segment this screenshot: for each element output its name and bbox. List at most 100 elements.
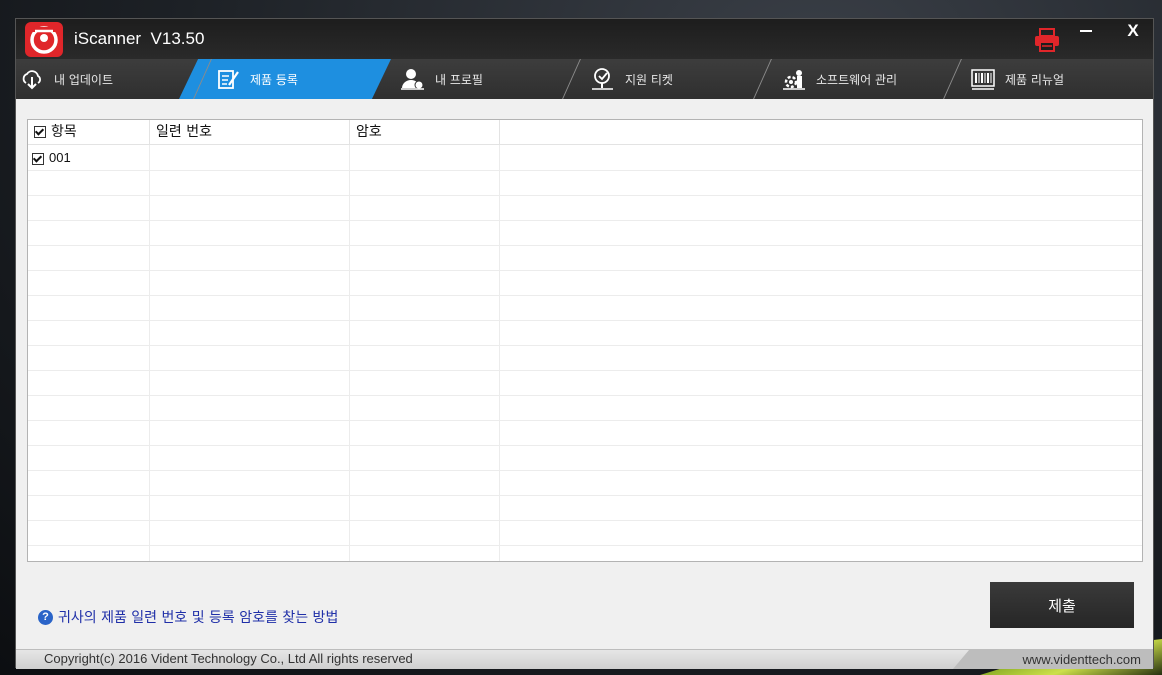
header-serial-number[interactable]: 일련 번호 xyxy=(150,120,350,144)
empty-cell xyxy=(28,245,150,270)
printer-icon[interactable] xyxy=(1032,27,1062,53)
table-row[interactable]: 001 xyxy=(28,145,1142,171)
empty-cell xyxy=(350,270,500,295)
empty-cell xyxy=(150,195,350,220)
empty-row xyxy=(28,270,1142,296)
tab-label: 제품 등록 xyxy=(250,72,298,87)
empty-cell xyxy=(350,295,500,320)
empty-cell xyxy=(150,270,350,295)
empty-cell xyxy=(150,370,350,395)
empty-cell xyxy=(350,245,500,270)
empty-cell xyxy=(28,220,150,245)
cell-serial-number[interactable] xyxy=(150,145,350,170)
footer: Copyright(c) 2016 Vident Technology Co.,… xyxy=(16,649,1153,669)
empty-cell xyxy=(150,320,350,345)
header-password[interactable]: 암호 xyxy=(350,120,500,144)
title-bar: iScanner V13.50 X xyxy=(16,19,1153,59)
empty-cell xyxy=(28,270,150,295)
tab-label: 지원 티켓 xyxy=(625,72,673,87)
empty-cell xyxy=(28,170,150,195)
tab-label: 제품 리뉴얼 xyxy=(1005,72,1065,87)
empty-cell xyxy=(350,520,500,545)
empty-cell xyxy=(350,470,500,495)
empty-cell xyxy=(28,395,150,420)
empty-row xyxy=(28,545,1142,561)
empty-row xyxy=(28,195,1142,221)
row-checkbox[interactable] xyxy=(32,152,44,165)
tab-label: 소프트웨어 관리 xyxy=(816,72,898,87)
empty-cell xyxy=(28,545,150,561)
tab-my-profile[interactable]: 내 프로필 xyxy=(401,59,483,99)
empty-cell xyxy=(350,545,500,561)
empty-cell xyxy=(350,495,500,520)
tab-product-renewal[interactable]: 제품 리뉴얼 xyxy=(971,59,1064,99)
empty-cell xyxy=(28,520,150,545)
empty-row xyxy=(28,295,1142,321)
empty-cell xyxy=(150,470,350,495)
empty-row xyxy=(28,220,1142,246)
header-item[interactable]: 항목 xyxy=(28,120,150,144)
empty-cell xyxy=(350,445,500,470)
empty-cell xyxy=(350,170,500,195)
support-ticket-icon xyxy=(591,67,615,91)
empty-cell xyxy=(28,295,150,320)
barcode-icon xyxy=(971,67,995,91)
minimize-button[interactable] xyxy=(1076,21,1098,43)
empty-cell xyxy=(150,295,350,320)
empty-row xyxy=(28,245,1142,271)
empty-cell xyxy=(28,420,150,445)
grid-header: 항목 일련 번호 암호 xyxy=(28,120,1142,145)
cloud-download-icon xyxy=(20,67,44,91)
empty-cell xyxy=(28,445,150,470)
empty-cell xyxy=(28,320,150,345)
tab-label: 내 업데이트 xyxy=(54,72,114,87)
empty-row xyxy=(28,395,1142,421)
software-gear-icon xyxy=(782,67,806,91)
question-icon: ? xyxy=(38,609,53,625)
empty-cell xyxy=(150,520,350,545)
empty-cell xyxy=(150,495,350,520)
empty-row xyxy=(28,445,1142,471)
empty-cell xyxy=(350,395,500,420)
website-link[interactable]: www.videnttech.com xyxy=(953,650,1153,669)
empty-row xyxy=(28,345,1142,371)
empty-row xyxy=(28,370,1142,396)
header-label: 항목 xyxy=(51,124,77,140)
app-window: iScanner V13.50 X 내 업데이트 제품 등록 내 프로필 지원 … xyxy=(15,18,1154,669)
cell-password[interactable] xyxy=(350,145,500,170)
empty-cell xyxy=(350,370,500,395)
empty-cell xyxy=(150,395,350,420)
tab-product-registration[interactable]: 제품 등록 xyxy=(216,59,298,99)
register-form-icon xyxy=(216,67,240,91)
empty-row xyxy=(28,320,1142,346)
tab-support-ticket[interactable]: 지원 티켓 xyxy=(591,59,673,99)
empty-cell xyxy=(150,420,350,445)
empty-cell xyxy=(28,470,150,495)
empty-row xyxy=(28,520,1142,546)
empty-cell xyxy=(150,445,350,470)
close-button[interactable]: X xyxy=(1121,19,1145,45)
user-profile-icon xyxy=(401,67,425,91)
empty-row xyxy=(28,420,1142,446)
empty-cell xyxy=(150,545,350,561)
tab-software-management[interactable]: 소프트웨어 관리 xyxy=(782,59,897,99)
tab-my-update[interactable]: 내 업데이트 xyxy=(20,59,113,99)
empty-cell xyxy=(28,195,150,220)
help-link-text: 귀사의 제품 일련 번호 및 등록 암호를 찾는 방법 xyxy=(58,610,339,626)
app-title: iScanner V13.50 xyxy=(74,29,205,48)
empty-cell xyxy=(150,245,350,270)
empty-cell xyxy=(350,220,500,245)
registration-grid: 항목 일련 번호 암호 001 xyxy=(27,119,1143,562)
help-link[interactable]: ? 귀사의 제품 일련 번호 및 등록 암호를 찾는 방법 xyxy=(38,607,338,627)
empty-cell xyxy=(28,345,150,370)
empty-cell xyxy=(350,195,500,220)
cell-item: 001 xyxy=(28,145,150,170)
empty-cell xyxy=(28,370,150,395)
empty-cell xyxy=(150,170,350,195)
submit-button[interactable]: 제출 xyxy=(990,582,1134,628)
empty-cell xyxy=(350,345,500,370)
tab-label: 내 프로필 xyxy=(435,72,483,87)
cell-item-value: 001 xyxy=(49,150,71,165)
empty-row xyxy=(28,170,1142,196)
select-all-checkbox[interactable] xyxy=(34,126,46,138)
